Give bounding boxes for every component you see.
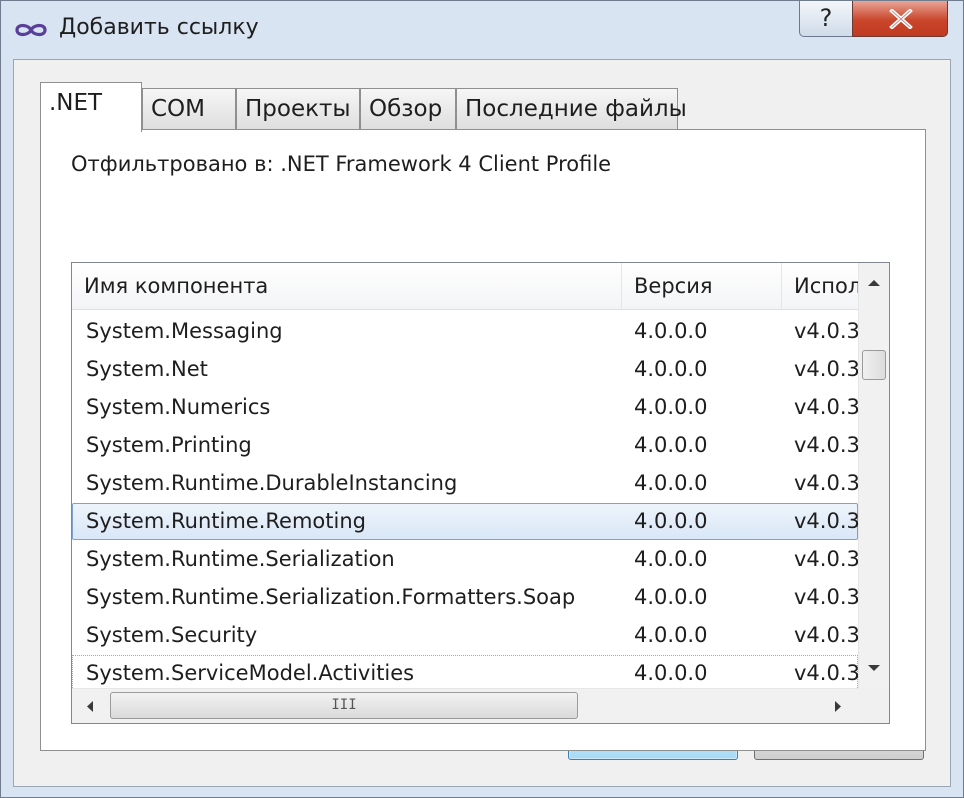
list-item-selected[interactable]: System.Runtime.Remoting 4.0.0.0 v4.0.30 xyxy=(72,503,858,540)
list-item[interactable]: System.Runtime.Serialization.Formatters.… xyxy=(72,579,858,616)
component-name: System.Net xyxy=(86,357,208,381)
component-name: System.Runtime.Serialization xyxy=(86,547,395,571)
component-name: System.Runtime.DurableInstancing xyxy=(86,471,458,495)
list-rows: System.Messaging 4.0.0.0 v4.0.30 System.… xyxy=(72,310,858,688)
component-version: 4.0.0.0 xyxy=(634,509,708,533)
tab-com[interactable]: COM xyxy=(142,88,236,130)
close-button[interactable] xyxy=(852,1,948,37)
tab-browse[interactable]: Обзор xyxy=(360,88,456,130)
component-name: System.Printing xyxy=(86,433,252,457)
component-runtime: v4.0.30 xyxy=(794,547,858,571)
component-runtime: v4.0.30 xyxy=(794,661,858,685)
window-title: Добавить ссылку xyxy=(59,15,259,40)
column-header-version[interactable]: Версия xyxy=(622,263,782,309)
component-version: 4.0.0.0 xyxy=(634,471,708,495)
component-name: System.Security xyxy=(86,623,258,647)
scrollbar-corner xyxy=(858,688,889,723)
horizontal-scrollbar[interactable]: III xyxy=(72,688,858,723)
title-bar: Добавить ссылку ? xyxy=(1,1,963,59)
close-icon xyxy=(889,9,913,29)
dialog-client-area: .NET COM Проекты Обзор Последние файлы О… xyxy=(13,59,951,787)
list-item[interactable]: System.Numerics 4.0.0.0 v4.0.30 xyxy=(72,389,858,426)
tab-projects[interactable]: Проекты xyxy=(236,88,360,130)
scroll-left-arrow-icon[interactable] xyxy=(86,700,94,713)
list-item[interactable]: System.Printing 4.0.0.0 v4.0.30 xyxy=(72,427,858,464)
component-name: System.Runtime.Serialization.Formatters.… xyxy=(86,585,576,609)
component-version: 4.0.0.0 xyxy=(634,395,708,419)
component-name: System.ServiceModel.Activities xyxy=(86,661,415,685)
component-version: 4.0.0.0 xyxy=(634,585,708,609)
add-reference-dialog: Добавить ссылку ? .NET COM Проекты Обзор… xyxy=(0,0,964,798)
component-version: 4.0.0.0 xyxy=(634,661,708,685)
scroll-up-arrow-icon[interactable] xyxy=(867,279,881,287)
component-runtime: v4.0.30 xyxy=(794,623,858,647)
component-version: 4.0.0.0 xyxy=(634,319,708,343)
component-name: System.Runtime.Remoting xyxy=(86,509,366,533)
component-name: System.Messaging xyxy=(86,319,283,343)
component-runtime: v4.0.30 xyxy=(794,319,858,343)
help-button[interactable]: ? xyxy=(799,1,853,37)
component-runtime: v4.0.30 xyxy=(794,357,858,381)
column-header-component-name[interactable]: Имя компонента xyxy=(72,263,622,309)
component-runtime: v4.0.30 xyxy=(794,395,858,419)
filter-label: Отфильтровано в: .NET Framework 4 Client… xyxy=(71,152,612,176)
component-runtime: v4.0.30 xyxy=(794,471,858,495)
tab-dotnet[interactable]: .NET xyxy=(40,82,142,132)
component-name: System.Numerics xyxy=(86,395,271,419)
component-list[interactable]: Имя компонента Версия Испол System.Messa… xyxy=(71,262,890,724)
component-runtime: v4.0.30 xyxy=(794,509,858,533)
list-header: Имя компонента Версия Испол xyxy=(72,263,858,310)
list-item[interactable]: System.ServiceModel.Activities 4.0.0.0 v… xyxy=(72,655,858,688)
list-item[interactable]: System.Runtime.Serialization 4.0.0.0 v4.… xyxy=(72,541,858,578)
list-item[interactable]: System.Net 4.0.0.0 v4.0.30 xyxy=(72,351,858,388)
component-runtime: v4.0.30 xyxy=(794,585,858,609)
list-item[interactable]: System.Security 4.0.0.0 v4.0.30 xyxy=(72,617,858,654)
tab-recent-files[interactable]: Последние файлы xyxy=(456,88,687,130)
component-version: 4.0.0.0 xyxy=(634,433,708,457)
component-runtime: v4.0.30 xyxy=(794,433,858,457)
visual-studio-icon xyxy=(15,23,47,37)
component-version: 4.0.0.0 xyxy=(634,623,708,647)
column-header-runtime[interactable]: Испол xyxy=(782,263,858,309)
tab-panel-dotnet: Отфильтровано в: .NET Framework 4 Client… xyxy=(40,129,926,751)
component-version: 4.0.0.0 xyxy=(634,547,708,571)
horizontal-scroll-thumb[interactable]: III xyxy=(110,692,578,719)
vertical-scrollbar[interactable] xyxy=(858,263,889,688)
scroll-down-arrow-icon[interactable] xyxy=(867,664,881,672)
component-version: 4.0.0.0 xyxy=(634,357,708,381)
list-item[interactable]: System.Messaging 4.0.0.0 v4.0.30 xyxy=(72,313,858,350)
scroll-right-arrow-icon[interactable] xyxy=(834,700,842,713)
vertical-scroll-thumb[interactable] xyxy=(862,350,886,380)
list-item[interactable]: System.Runtime.DurableInstancing 4.0.0.0… xyxy=(72,465,858,502)
